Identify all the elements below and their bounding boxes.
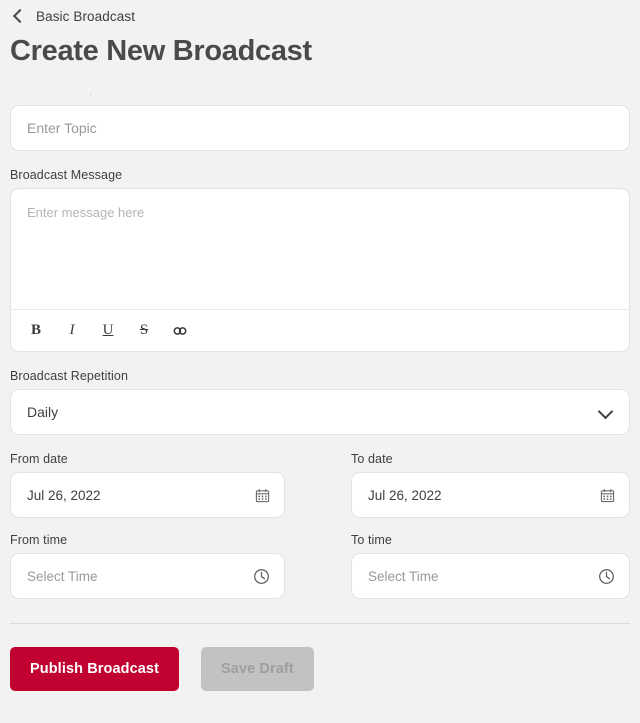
chevron-left-icon[interactable] (10, 8, 26, 24)
italic-icon[interactable]: I (61, 320, 83, 342)
calendar-icon[interactable] (255, 488, 270, 503)
calendar-icon[interactable] (600, 488, 615, 503)
breadcrumb[interactable]: Basic Broadcast (10, 0, 630, 26)
publish-broadcast-button[interactable]: Publish Broadcast (10, 647, 180, 692)
clock-icon[interactable] (598, 568, 615, 585)
chevron-down-icon[interactable] (599, 405, 613, 419)
to-time-input[interactable]: Select Time (351, 553, 630, 600)
message-placeholder: Enter message here (27, 205, 145, 221)
broadcast-repetition-select[interactable]: Daily (10, 389, 630, 436)
from-date-label: From date (10, 452, 68, 467)
link-icon[interactable] (169, 320, 191, 342)
from-time-value: Select Time (27, 568, 98, 584)
underline-icon[interactable]: U (97, 320, 119, 342)
to-date-label: To date (351, 452, 393, 467)
from-time-input[interactable]: Select Time (10, 553, 285, 600)
footer-divider (10, 623, 630, 625)
topic-input[interactable]: Enter Topic (10, 105, 630, 152)
broadcast-message-label: Broadcast Message (10, 168, 123, 183)
broadcast-repetition-label: Broadcast Repetition (10, 369, 129, 384)
topic-label: . (90, 91, 92, 98)
broadcast-message-editor[interactable]: Enter message here B I U S (10, 188, 630, 353)
bold-icon[interactable]: B (25, 320, 47, 342)
to-date-value: Jul 26, 2022 (368, 487, 442, 503)
broadcast-repetition-value: Daily (27, 404, 59, 421)
time-row: From time Select Time To time Select Tim… (10, 533, 630, 600)
topic-placeholder: Enter Topic (27, 120, 97, 137)
message-textarea[interactable]: Enter message here (11, 189, 629, 309)
breadcrumb-label[interactable]: Basic Broadcast (36, 9, 135, 24)
from-date-input[interactable]: Jul 26, 2022 (10, 472, 285, 519)
clock-icon[interactable] (253, 568, 270, 585)
create-broadcast-page: Basic Broadcast Create New Broadcast . E… (0, 0, 640, 723)
page-title: Create New Broadcast (10, 35, 312, 67)
strikethrough-icon[interactable]: S (133, 320, 155, 342)
to-date-input[interactable]: Jul 26, 2022 (351, 472, 630, 519)
form-actions: Publish Broadcast Save Draft (10, 647, 630, 692)
from-date-value: Jul 26, 2022 (27, 487, 101, 503)
to-time-label: To time (351, 533, 392, 548)
from-time-label: From time (10, 533, 68, 548)
date-row: From date Jul 26, 2022 To date Jul 26, 2… (10, 452, 630, 519)
formatting-toolbar: B I U S (11, 309, 629, 351)
to-time-value: Select Time (368, 568, 439, 584)
save-draft-button[interactable]: Save Draft (201, 647, 314, 692)
